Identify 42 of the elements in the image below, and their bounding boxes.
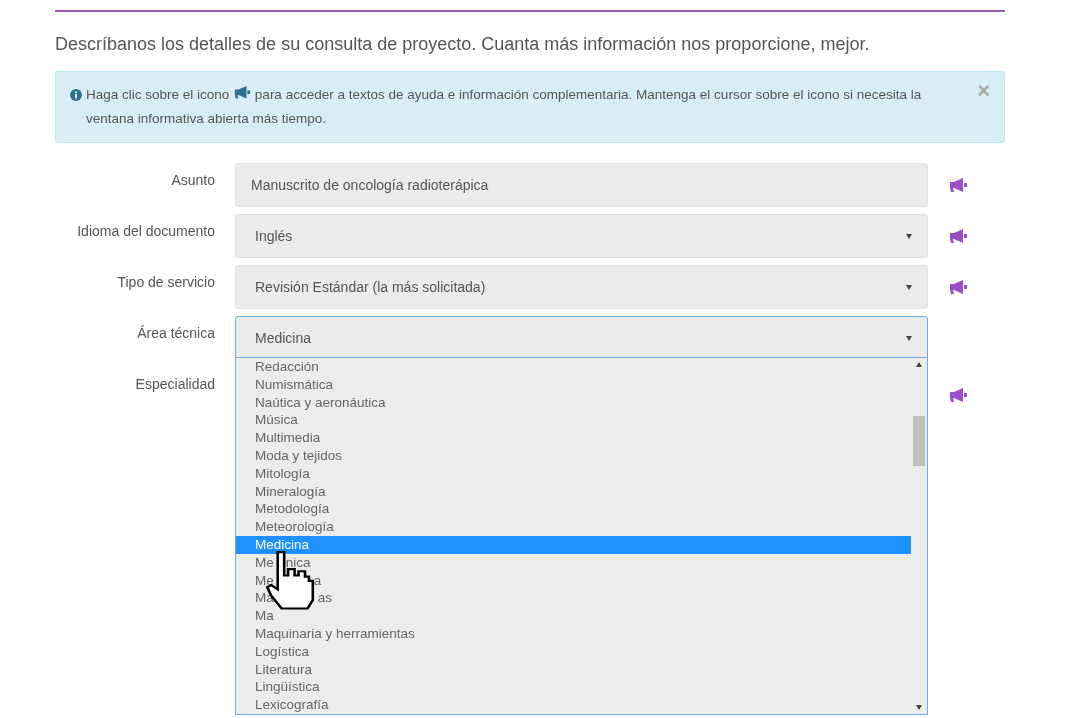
select-field[interactable]: Inglés [235,214,928,258]
dropdown-option[interactable]: Mitología [236,464,911,483]
megaphone-icon[interactable] [948,228,968,244]
dropdown-option[interactable]: Redacción [236,358,911,376]
dropdown-option[interactable]: Música [236,411,911,430]
dropdown-option[interactable]: Naútica y aeronáutica [236,393,911,412]
select-field[interactable]: Medicina [235,316,928,360]
scroll-up-icon[interactable] [916,362,922,367]
field-label: Área técnica [136,324,215,341]
field-label: Especialidad [134,375,215,392]
megaphone-icon[interactable] [948,387,968,403]
megaphone-icon[interactable] [948,279,968,295]
caret-icon [906,233,912,239]
scroll-down-icon[interactable] [916,705,922,710]
dropdown-option[interactable]: Ma [236,607,911,625]
alert-text: Haga clic sobre el icono para acceder a textos de ayuda e información complementaria. Mantenga el cursor sobre el icono si necesita la ventana informativa abierta más tiempo. [86,83,964,131]
text-field[interactable]: Manuscrito de oncología radioterápica [235,163,928,207]
caret-icon [906,284,912,290]
dropdown-option[interactable]: Moda y tejidos [236,447,911,465]
dropdown-option[interactable]: Me nica [236,553,911,572]
dropdown-option[interactable]: Literatura [236,660,911,679]
intro-text: Descríbanos los detalles de su consulta de proyecto. Cuanta más información nos proporcione, mejor. [55,34,871,55]
megaphone-icon[interactable] [948,177,968,193]
dropdown-option[interactable]: Maquinaria y herramientas [236,624,911,643]
select-field[interactable]: Revisión Estándar (la más solicitada) [235,265,928,309]
dropdown-option[interactable]: Metodología [236,500,911,519]
dropdown-option[interactable]: Me a [236,571,911,590]
dropdown-option[interactable]: Logística [236,642,911,661]
dropdown-option[interactable]: Lingüística [236,678,911,697]
dropdown-option[interactable]: Multimedia [236,429,911,447]
dropdown-option[interactable]: Mineralogía [236,482,911,501]
field-label: Asunto [170,171,215,188]
caret-icon [906,335,912,341]
dropdown-option[interactable]: Numismática [236,375,911,394]
megaphone-icon[interactable] [233,84,252,99]
scroll-thumb[interactable] [913,416,925,466]
info-icon [70,89,82,101]
dropdown-option[interactable]: Lexicografía [236,696,911,714]
dropdown-option[interactable]: Medicina [236,535,911,554]
field-label: Tipo de servicio [116,273,215,290]
field-label: Idioma del documento [76,222,215,239]
dropdown-option[interactable]: Meteorología [236,518,911,536]
